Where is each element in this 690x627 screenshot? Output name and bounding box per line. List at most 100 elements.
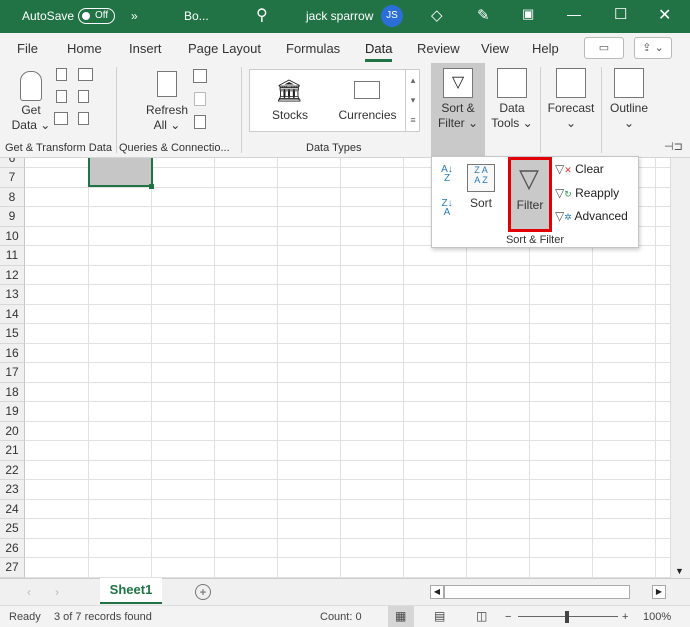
row-header[interactable]: 11 <box>0 246 25 266</box>
get-data-button[interactable]: Get Data ⌄ <box>8 103 54 133</box>
row-header[interactable]: 19 <box>0 402 25 422</box>
close-icon[interactable]: ✕ <box>658 5 671 25</box>
scroll-down-icon[interactable]: ▼ <box>675 566 684 576</box>
zoom-out-button[interactable]: − <box>505 611 511 623</box>
share-button[interactable]: ⇪ ⌄ <box>634 37 672 59</box>
tab-view[interactable]: View <box>481 41 509 56</box>
pen-icon[interactable]: ✎ <box>477 6 490 24</box>
autosave-label: AutoSave <box>22 9 75 23</box>
zoom-level[interactable]: 100% <box>643 611 671 623</box>
existing-connections-icon[interactable] <box>54 112 68 125</box>
tab-review[interactable]: Review <box>417 41 460 56</box>
properties-icon[interactable] <box>78 112 89 125</box>
outline-button[interactable]: Outline ⌄ <box>604 63 654 157</box>
row-header[interactable]: 7 <box>0 168 25 188</box>
from-web-icon[interactable] <box>78 68 93 81</box>
refresh-all-button[interactable]: Refresh All ⌄ <box>142 103 192 133</box>
funnel-icon: ▽ <box>519 163 539 193</box>
sort-z-to-a-button[interactable]: Z↓A <box>441 199 453 218</box>
row-header[interactable]: 26 <box>0 538 25 558</box>
row-header[interactable]: 25 <box>0 519 25 539</box>
clear-filter-button[interactable]: ▽✕ Clear <box>555 162 604 176</box>
from-table-icon[interactable] <box>56 90 67 103</box>
currencies-button[interactable]: Currencies <box>335 108 400 123</box>
autosave-toggle[interactable]: Off <box>78 8 115 24</box>
selected-cell[interactable] <box>88 158 153 187</box>
tab-data[interactable]: Data <box>365 41 393 62</box>
reapply-button[interactable]: ▽↻ Reapply <box>555 186 619 200</box>
horizontal-scrollbar[interactable] <box>444 585 630 599</box>
row-header[interactable]: 23 <box>0 480 25 500</box>
group-queries: Queries & Connectio... <box>119 142 230 154</box>
zoom-in-button[interactable]: + <box>622 611 628 623</box>
avatar[interactable]: JS <box>381 5 403 27</box>
refresh-label: Refresh <box>145 103 189 117</box>
forecast-button[interactable]: Forecast ⌄ <box>543 63 599 157</box>
tab-insert[interactable]: Insert <box>129 41 162 56</box>
normal-view-button[interactable]: ▦ <box>388 606 414 627</box>
row-header[interactable]: 21 <box>0 441 25 461</box>
gallery-scroll[interactable]: ▴ ▾ ≡ <box>405 70 420 132</box>
page-layout-view-icon[interactable]: ▤ <box>434 609 445 623</box>
tab-page-layout[interactable]: Page Layout <box>188 41 261 56</box>
tab-help[interactable]: Help <box>532 41 559 56</box>
sort-filter-button[interactable]: ▽ Sort & Filter ⌄ <box>431 63 485 157</box>
pin-ribbon-icon[interactable]: ⊣⊐ <box>664 140 683 153</box>
row-header[interactable]: 12 <box>0 265 25 285</box>
data-types-gallery[interactable]: 🏛 Stocks Currencies ▴ ▾ ≡ <box>249 69 420 132</box>
status-count: Count: 0 <box>320 611 362 623</box>
filter-label: Filter <box>516 198 544 212</box>
tab-home[interactable]: Home <box>67 41 102 56</box>
from-text-icon[interactable] <box>56 68 67 81</box>
ribbon-display-icon[interactable]: ▣ <box>522 6 534 22</box>
row-header[interactable]: 18 <box>0 382 25 402</box>
row-header[interactable]: 27 <box>0 558 25 578</box>
vertical-scrollbar[interactable]: ▼ <box>670 158 690 578</box>
file-name[interactable]: Bo... <box>184 9 209 23</box>
database-icon <box>20 71 42 101</box>
advanced-filter-icon: ▽✲ <box>555 209 572 223</box>
tab-file[interactable]: File <box>17 41 38 56</box>
sheet-tab-bar: ‹ › Sheet1 + ◀ ▶ <box>0 578 690 605</box>
add-sheet-button[interactable]: + <box>195 584 211 600</box>
more-commands-button[interactable]: » <box>131 9 138 23</box>
queries-connections-icon[interactable] <box>193 69 207 83</box>
prev-sheet-icon[interactable]: ‹ <box>27 585 31 599</box>
row-header[interactable]: 15 <box>0 324 25 344</box>
data-tools-button[interactable]: Data Tools ⌄ <box>487 63 537 157</box>
stocks-button[interactable]: Stocks <box>260 108 320 123</box>
recent-sources-icon[interactable] <box>78 90 89 103</box>
maximize-icon[interactable]: ☐ <box>614 5 627 23</box>
row-header[interactable]: 17 <box>0 363 25 383</box>
diamond-icon[interactable]: ◇ <box>431 6 443 24</box>
row-header[interactable]: 6 <box>0 158 25 168</box>
edit-links-icon[interactable] <box>194 115 206 129</box>
fill-handle[interactable] <box>149 184 154 189</box>
filter-button[interactable]: ▽ Filter <box>508 157 552 232</box>
sort-button[interactable]: Sort <box>462 196 500 211</box>
row-header[interactable]: 16 <box>0 343 25 363</box>
row-header[interactable]: 8 <box>0 187 25 207</box>
comments-button[interactable]: ▭ <box>584 37 624 59</box>
row-header[interactable]: 14 <box>0 304 25 324</box>
tab-formulas[interactable]: Formulas <box>286 41 340 56</box>
scroll-left-icon[interactable]: ◀ <box>430 585 444 599</box>
user-name[interactable]: jack sparrow <box>306 9 373 23</box>
scroll-right-icon[interactable]: ▶ <box>652 585 666 599</box>
next-sheet-icon[interactable]: › <box>55 585 59 599</box>
row-header[interactable]: 20 <box>0 421 25 441</box>
row-header[interactable]: 10 <box>0 226 25 246</box>
row-header[interactable]: 13 <box>0 285 25 305</box>
row-header[interactable]: 22 <box>0 460 25 480</box>
search-icon[interactable]: ⚲ <box>256 5 268 25</box>
row-header[interactable]: 24 <box>0 499 25 519</box>
advanced-filter-button[interactable]: ▽✲ Advanced <box>555 209 628 223</box>
sort-a-to-z-button[interactable]: A↓Z <box>441 165 453 184</box>
properties-icon[interactable] <box>194 92 206 106</box>
minimize-icon[interactable]: — <box>567 6 581 22</box>
forecast-icon <box>556 68 586 98</box>
row-header[interactable]: 9 <box>0 207 25 227</box>
zoom-slider-thumb[interactable] <box>565 611 569 623</box>
sheet-tab-sheet1[interactable]: Sheet1 <box>100 578 162 604</box>
page-break-view-icon[interactable]: ◫ <box>476 609 487 623</box>
